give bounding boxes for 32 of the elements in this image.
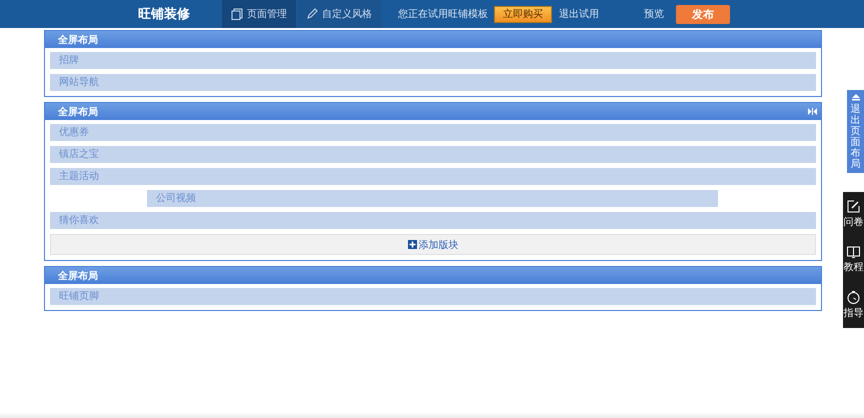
module-block[interactable]: 主题活动	[50, 168, 816, 185]
module-block[interactable]: 公司视频	[147, 190, 718, 207]
module-block[interactable]: 网站导航	[50, 74, 816, 91]
plus-icon	[408, 240, 416, 249]
book-icon	[847, 246, 860, 258]
module-block[interactable]: 招牌	[50, 52, 816, 69]
buy-button[interactable]: 立即购买	[494, 6, 552, 22]
preview-link[interactable]: 预览	[644, 7, 664, 21]
module-block[interactable]: 猜你喜欢	[50, 212, 816, 229]
module-block[interactable]: 旺铺页脚	[50, 288, 816, 305]
side-tool-button[interactable]: 教程	[843, 246, 864, 274]
eject-icon	[852, 93, 860, 101]
exit-trial-link[interactable]: 退出试用	[559, 7, 599, 21]
exit-layout-tab[interactable]: 退出页面布局	[847, 90, 864, 173]
side-tool-button[interactable]: 指导	[843, 290, 864, 320]
module-block[interactable]: 优惠券	[50, 124, 816, 141]
publish-button[interactable]: 发布	[676, 4, 730, 24]
side-tool-button[interactable]: 问卷	[843, 200, 864, 230]
panel-title: 全屏布局	[58, 106, 98, 118]
module-block[interactable]: 镇店之宝	[50, 146, 816, 163]
panel-title: 全屏布局	[58, 34, 98, 46]
nav-tab[interactable]: 自定义风格	[297, 0, 381, 28]
nav-tab[interactable]: 页面管理	[222, 0, 296, 28]
trial-note: 您正在试用旺铺模板	[398, 8, 488, 21]
clock-icon	[847, 290, 860, 304]
pages-icon	[231, 8, 243, 20]
expand-icon[interactable]	[808, 108, 817, 115]
pen-icon	[306, 8, 318, 20]
app-title: 旺铺装修	[138, 6, 191, 23]
edit-icon	[847, 200, 860, 214]
panel-title: 全屏布局	[58, 270, 98, 282]
add-block-button[interactable]: 添加版块	[50, 234, 816, 255]
